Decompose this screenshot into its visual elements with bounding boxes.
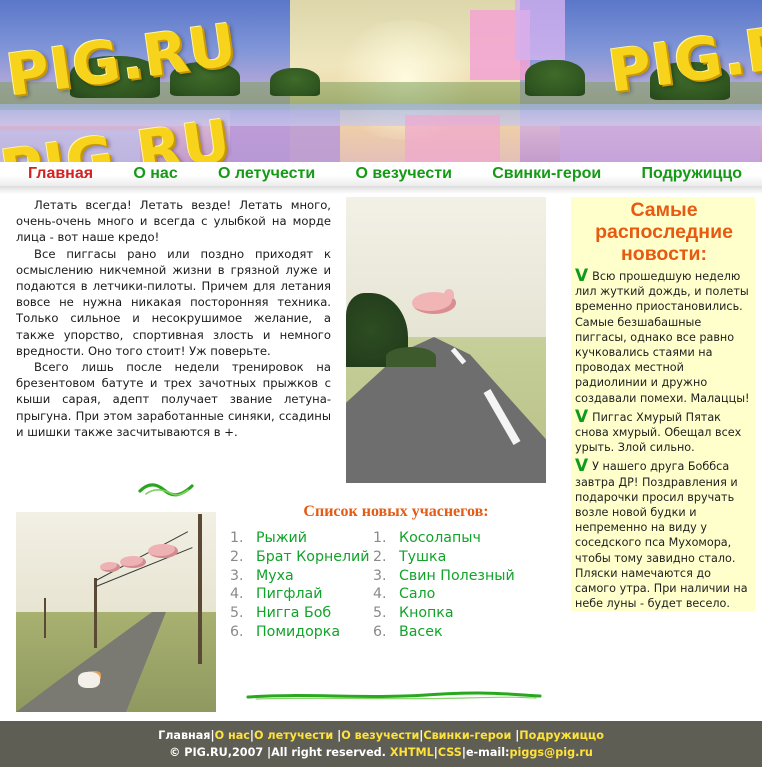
list-number: 2. xyxy=(373,548,387,565)
footer-link-luck[interactable]: О везучести xyxy=(341,729,419,742)
decorative-divider-line xyxy=(246,691,542,700)
footer-link-flying[interactable]: О летучести xyxy=(254,729,337,742)
list-number: 5. xyxy=(230,605,244,622)
member-link[interactable]: Нигга Боб xyxy=(256,605,331,621)
telegraph-pole xyxy=(44,598,46,638)
news-item: V Пиггас Хмурый Пятак снова хмурый. Обеща… xyxy=(575,406,753,456)
image-hedge xyxy=(386,347,436,367)
nav-link-luck[interactable]: О везучести xyxy=(356,165,452,183)
flying-pig-road-image xyxy=(346,197,546,483)
list-number: 4. xyxy=(230,586,244,603)
list-number: 1. xyxy=(230,530,244,546)
banner-trees xyxy=(270,68,320,96)
flying-pig-ear xyxy=(444,289,454,299)
news-item-text: Пиггас Хмурый Пятак снова хмурый. Обещал… xyxy=(575,410,742,455)
checkmark-icon: V xyxy=(575,456,589,477)
news-item: VУ нашего друга Боббса завтра ДР! Поздра… xyxy=(575,456,753,611)
member-link[interactable]: Муха xyxy=(256,568,294,584)
footer-copyright: © PIG.RU,2007 |All right reserved. xyxy=(169,746,386,759)
intro-paragraph: Всего лишь после недели тренировок на бр… xyxy=(16,360,331,439)
list-number: 5. xyxy=(373,605,387,622)
nav-link-about[interactable]: О нас xyxy=(133,165,177,183)
member-link[interactable]: Кнопка xyxy=(399,605,454,621)
flying-pig xyxy=(100,562,120,572)
list-item: 6. Васек xyxy=(373,623,515,642)
checkmark-icon: V xyxy=(575,266,589,286)
telegraph-pole xyxy=(198,514,202,664)
checkmark-icon: V xyxy=(575,406,589,427)
news-title: Самые распоследние новости: xyxy=(595,199,733,265)
footer-meta: © PIG.RU,2007 |All right reserved. XHTML… xyxy=(0,744,762,761)
intro-paragraph: Все пиггасы рано или поздно приходят к о… xyxy=(16,246,331,358)
list-item: 1. Рыжий xyxy=(230,529,369,548)
banner-trees xyxy=(525,60,585,96)
dog xyxy=(78,672,100,688)
list-number: 3. xyxy=(230,567,244,584)
member-link[interactable]: Тушка xyxy=(399,549,446,565)
member-link[interactable]: Васек xyxy=(399,624,443,640)
list-number: 6. xyxy=(373,623,387,640)
banner-deco-block xyxy=(405,115,500,162)
list-item: 2. Тушка xyxy=(373,548,515,567)
news-item-text: У нашего друга Боббса завтра ДР! Поздрав… xyxy=(575,460,748,611)
banner-deco-block xyxy=(515,0,565,60)
main-nav: Главная О нас О летучести О везучести Св… xyxy=(0,162,762,186)
footer-email-label: e-mail: xyxy=(465,746,510,759)
news-item-text: Всю прошедшую неделю лил жуткий дождь, и… xyxy=(575,270,750,405)
footer-link-home[interactable]: Главная xyxy=(158,729,210,742)
nav-link-heroes[interactable]: Свинки-герои xyxy=(492,165,601,183)
list-number: 1. xyxy=(373,530,387,546)
footer-xhtml-link[interactable]: XHTML xyxy=(390,746,434,759)
member-link[interactable]: Рыжий xyxy=(256,530,307,546)
flying-pig xyxy=(148,544,178,558)
intro-paragraph: Летать всегда! Летать везде! Летать мног… xyxy=(16,198,331,245)
list-number: 4. xyxy=(373,586,387,603)
list-item: 3. Свин Полезный xyxy=(373,567,515,586)
member-link[interactable]: Свин Полезный xyxy=(399,568,515,584)
header-banner: PIG.RU PIG.RU PIG.RU xyxy=(0,0,762,162)
list-item: 5. Нигга Боб xyxy=(230,604,369,623)
list-item: 5. Кнопка xyxy=(373,604,515,623)
list-number: 6. xyxy=(230,623,244,640)
list-item: 2. Брат Корнелий xyxy=(230,548,369,567)
nav-shadow xyxy=(0,186,762,194)
member-link[interactable]: Сало xyxy=(399,586,435,602)
pigs-on-wire-image xyxy=(16,512,216,712)
nav-link-friends[interactable]: Подружиццо xyxy=(642,165,743,183)
footer-link-friends[interactable]: Подружиццо xyxy=(519,729,604,742)
news-item: V Всю прошедшую неделю лил жуткий дождь, … xyxy=(575,266,753,406)
list-item: 4. Пигфлай xyxy=(230,585,369,604)
footer-link-heroes[interactable]: Свинки-герои xyxy=(423,729,515,742)
member-link[interactable]: Помидорка xyxy=(256,624,340,640)
members-list-title: Список новых учаснегов: xyxy=(303,503,489,520)
list-number: 2. xyxy=(230,548,244,565)
flying-pig xyxy=(120,556,146,568)
decorative-squiggle xyxy=(138,483,194,497)
nav-link-home[interactable]: Главная xyxy=(28,165,93,183)
telegraph-pole xyxy=(94,578,97,648)
footer: Главная|О нас|О летучести |О везучести|С… xyxy=(0,721,762,767)
banner-deco-block xyxy=(560,125,760,162)
footer-link-about[interactable]: О нас xyxy=(215,729,250,742)
footer-css-link[interactable]: CSS xyxy=(438,746,462,759)
list-item: 3. Муха xyxy=(230,567,369,586)
news-panel: Самые распоследние новости: V Всю прошедш… xyxy=(571,197,755,611)
list-item: 4. Сало xyxy=(373,585,515,604)
member-link[interactable]: Косолапыч xyxy=(399,530,481,546)
footer-nav: Главная|О нас|О летучести |О везучести|С… xyxy=(0,727,762,744)
members-list-col2: 1. Косолапыч 2. Тушка 3. Свин Полезный 4. Са… xyxy=(373,529,515,642)
nav-link-flying[interactable]: О летучести xyxy=(218,165,315,183)
list-item: 1. Косолапыч xyxy=(373,529,515,548)
member-link[interactable]: Брат Корнелий xyxy=(256,549,369,565)
list-number: 3. xyxy=(373,567,387,584)
member-link[interactable]: Пигфлай xyxy=(256,586,322,602)
members-list-col1: 1. Рыжий 2. Брат Корнелий 3. Муха 4. Пигфлай… xyxy=(230,529,369,642)
intro-text: Летать всегда! Летать везде! Летать мног… xyxy=(16,197,331,440)
list-item: 6. Помидорка xyxy=(230,623,369,642)
footer-email-link[interactable]: piggs@pig.ru xyxy=(510,746,593,759)
